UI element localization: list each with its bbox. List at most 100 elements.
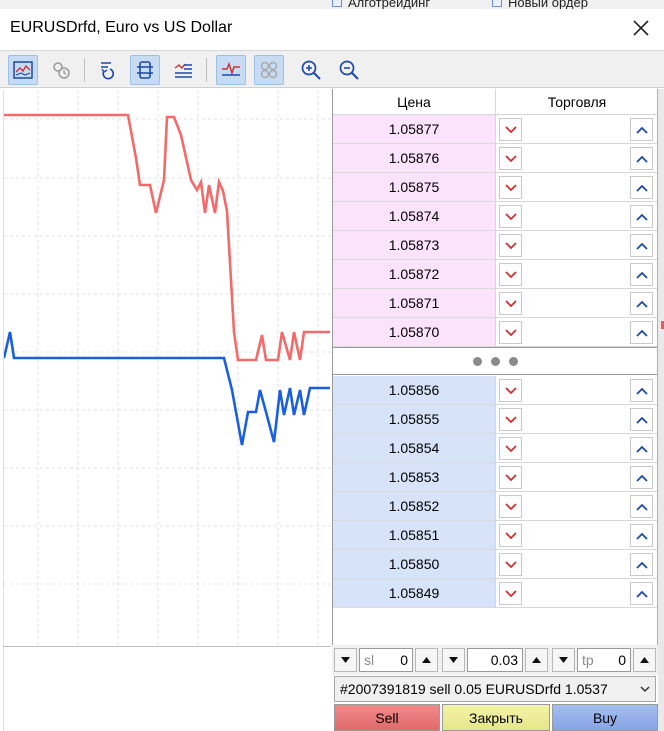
volume-cell[interactable] [525,174,627,201]
buy-limit-button[interactable] [630,495,653,518]
volume-cell[interactable] [525,580,627,607]
sell-limit-button[interactable] [499,582,522,605]
tp-decrease-button[interactable] [552,648,575,672]
zoom-in-button[interactable] [296,55,326,85]
circles-button[interactable] [254,55,284,85]
sell-limit-button[interactable] [499,147,522,170]
volume-cell[interactable] [525,522,627,549]
buy-limit-button[interactable] [630,408,653,431]
volume-cell[interactable] [525,406,627,433]
sl-increase-button[interactable] [415,648,438,672]
chevron-up-icon [635,184,648,192]
chevron-up-icon [635,445,648,453]
sell-limit-button[interactable] [499,466,522,489]
volume-cell[interactable] [525,116,627,143]
take-profit-field[interactable]: tp 0 [577,648,631,672]
buy-limit-button[interactable] [630,437,653,460]
volume-value: 0.03 [490,652,518,668]
chevron-up-icon [635,387,648,395]
buy-limit-button[interactable] [630,118,653,141]
volume-decrease-button[interactable] [442,648,465,672]
ask-price-line [4,113,330,362]
bid-row: 1.05855 [333,405,657,434]
buy-limit-button[interactable] [630,292,653,315]
volume-cell[interactable] [525,551,627,578]
sell-limit-button[interactable] [499,292,522,315]
sell-limit-button[interactable] [499,234,522,257]
buy-limit-button[interactable] [630,379,653,402]
sell-limit-button[interactable] [499,321,522,344]
buy-limit-button[interactable] [630,205,653,228]
sell-limit-button[interactable] [499,263,522,286]
chevron-up-icon [635,213,648,221]
volume-cell[interactable] [525,464,627,491]
tick-chart-icon [222,61,240,76]
chevron-down-icon [504,183,517,191]
trade-column-header: Торговля [547,94,607,110]
volume-cell[interactable] [525,290,627,317]
volume-cell[interactable] [525,319,627,346]
volume-cell[interactable] [525,435,627,462]
chevron-up-icon [635,242,648,250]
volume-cell[interactable] [525,145,627,172]
buy-limit-button[interactable] [630,524,653,547]
bid-price: 1.05852 [333,492,496,520]
sell-limit-button[interactable] [499,495,522,518]
sell-limit-button[interactable] [499,437,522,460]
sell-limit-button[interactable] [499,118,522,141]
chevron-down-icon [504,502,517,510]
buy-limit-button[interactable] [630,553,653,576]
ask-price: 1.05871 [333,289,496,317]
buy-limit-button[interactable] [630,147,653,170]
sl-decrease-button[interactable] [334,648,357,672]
chevron-down-icon [504,212,517,220]
buy-button[interactable]: Buy [552,704,658,731]
sell-limit-button[interactable] [499,176,522,199]
bid-row: 1.05850 [333,550,657,579]
sell-button[interactable]: Sell [334,704,440,731]
close-button[interactable] [628,15,654,41]
volume-increase-button[interactable] [525,648,548,672]
zoom-out-icon [339,60,359,80]
chart-bottom-area [3,646,331,731]
tick-chart[interactable] [3,90,332,646]
zoom-in-icon [301,60,321,80]
stop-loss-field[interactable]: sl 0 [359,648,413,672]
volume-cell[interactable] [525,203,627,230]
sell-limit-button[interactable] [499,553,522,576]
ask-price: 1.05874 [333,202,496,230]
buy-limit-button[interactable] [630,582,653,605]
list-view-button[interactable] [168,55,198,85]
ask-row: 1.05876 [333,144,657,173]
buy-limit-button[interactable] [630,176,653,199]
volume-cell[interactable] [525,261,627,288]
close-position-button[interactable]: Закрыть [442,704,550,731]
sell-limit-button[interactable] [499,205,522,228]
buy-limit-button[interactable] [630,321,653,344]
tp-placeholder: tp [582,652,594,668]
buy-limit-button[interactable] [630,234,653,257]
volume-cell[interactable] [525,493,627,520]
bid-price: 1.05855 [333,405,496,433]
tick-chart-button[interactable] [216,55,246,85]
reset-button[interactable] [92,55,122,85]
sell-limit-button[interactable] [499,524,522,547]
tp-increase-button[interactable] [633,648,656,672]
order-controls: sl 0 0.03 tp 0 [332,645,664,675]
window-title: EURUSDrfd, Euro vs US Dollar [10,19,233,36]
buy-limit-button[interactable] [630,466,653,489]
bid-row: 1.05853 [333,463,657,492]
zoom-out-button[interactable] [334,55,364,85]
toggle-chart-button[interactable] [8,55,38,85]
buy-limit-button[interactable] [630,263,653,286]
volume-cell[interactable] [525,377,627,404]
algotrading-icon [332,0,342,7]
position-select[interactable]: #2007391819 sell 0.05 EURUSDrfd 1.0537 [334,676,656,702]
volume-field[interactable]: 0.03 [467,648,523,672]
volume-cell[interactable] [525,232,627,259]
sell-limit-button[interactable] [499,379,522,402]
sell-limit-button[interactable] [499,408,522,431]
ask-price: 1.05870 [333,318,496,346]
history-button[interactable] [46,55,76,85]
columns-button[interactable] [130,55,160,85]
